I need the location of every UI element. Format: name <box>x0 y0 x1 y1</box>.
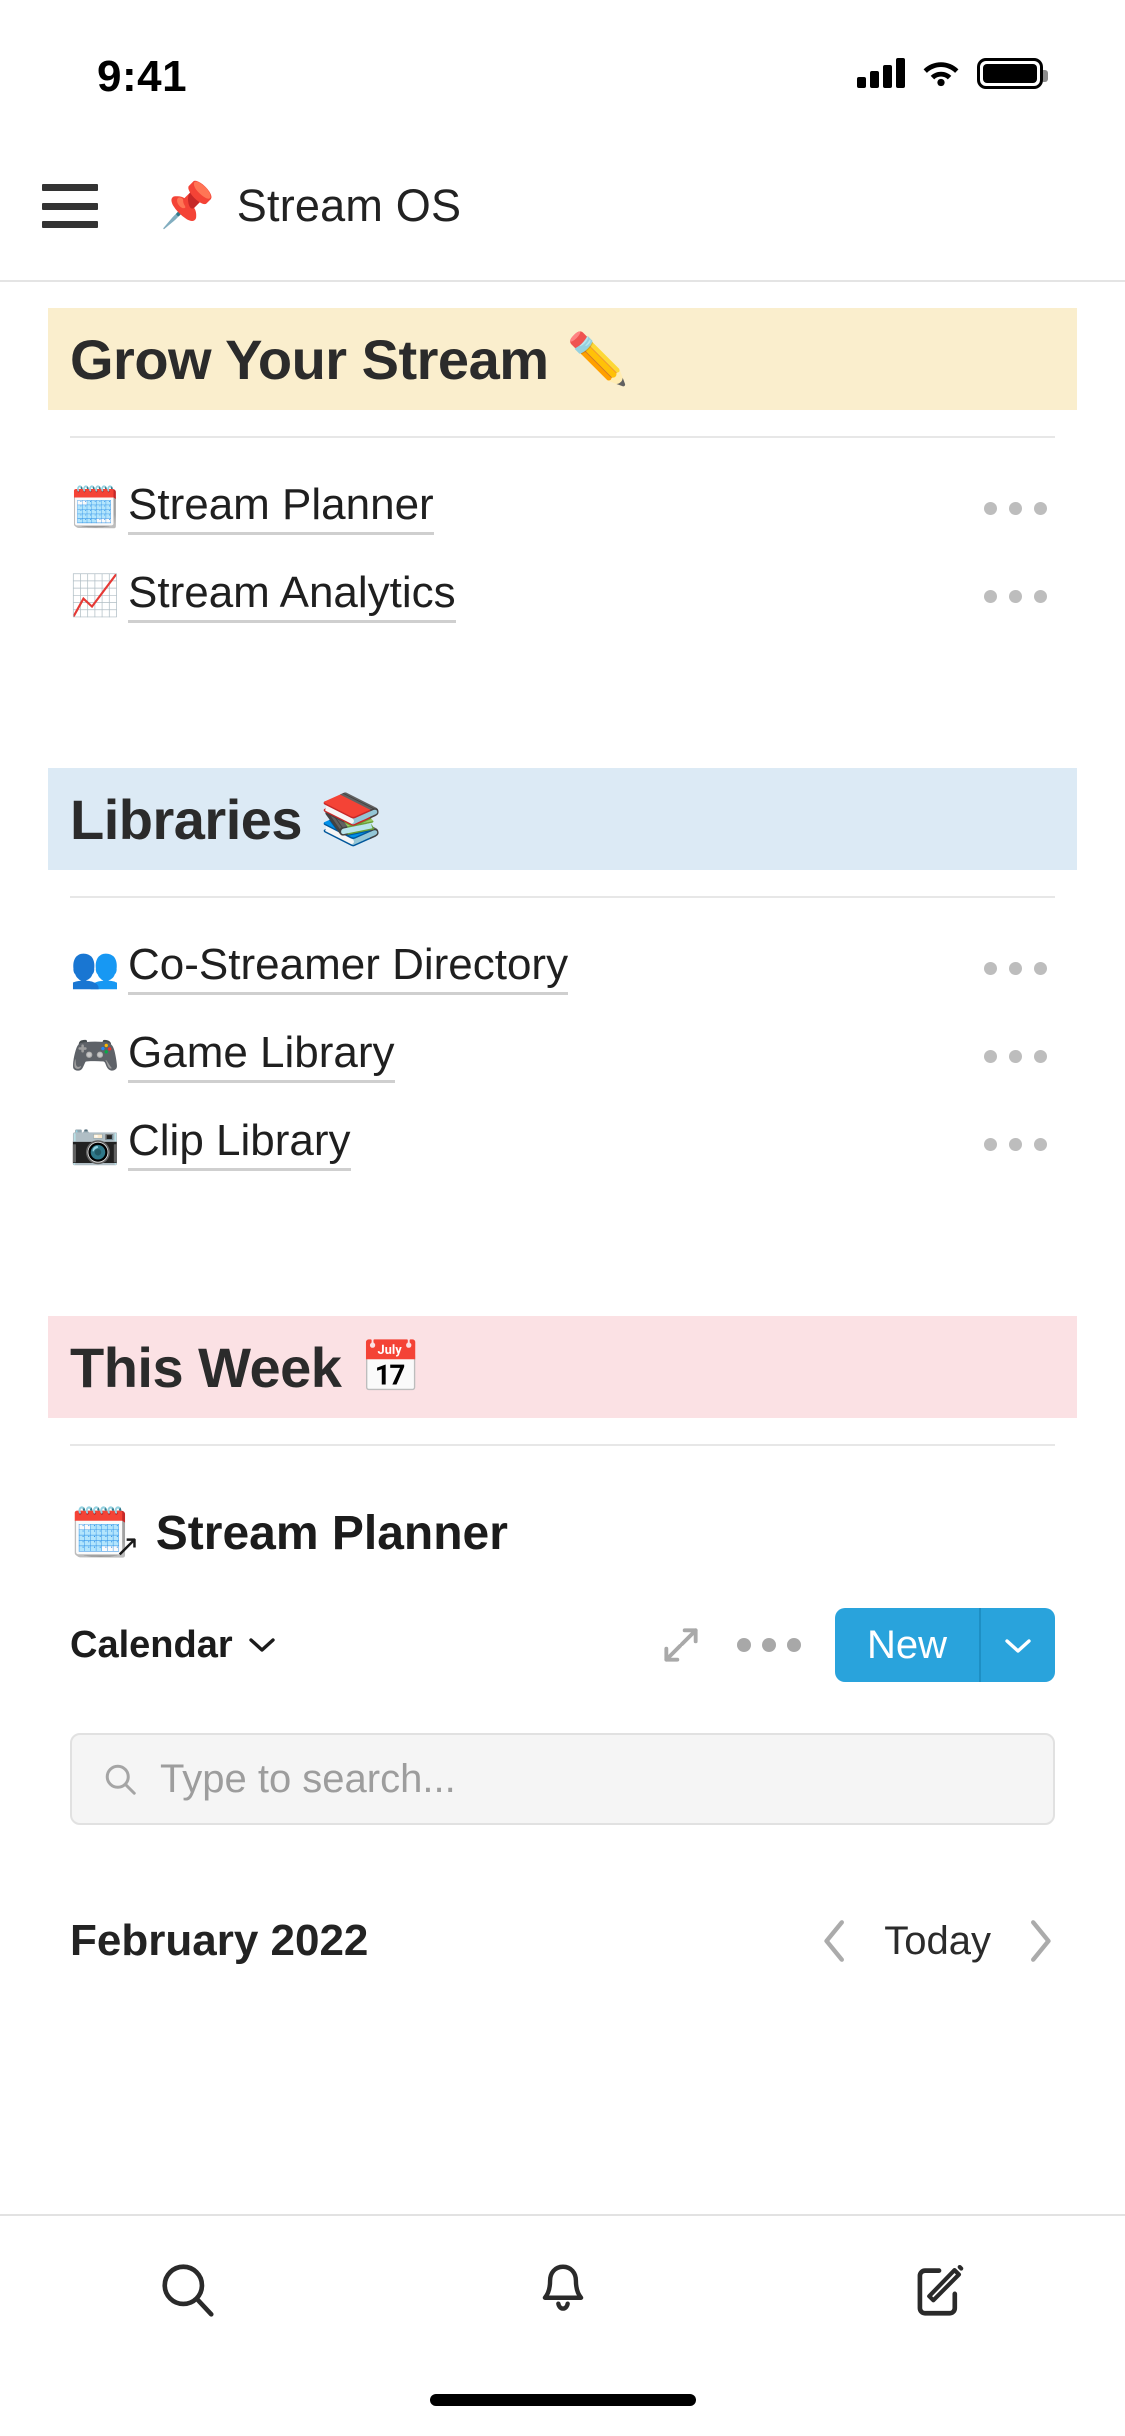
people-icon: 👥 <box>70 946 120 990</box>
status-indicators <box>857 52 1048 94</box>
current-month-label: February 2022 <box>70 1916 369 1965</box>
new-button-dropdown[interactable] <box>981 1608 1055 1682</box>
home-indicator[interactable] <box>429 2394 696 2406</box>
overflow-menu-icon[interactable] <box>976 1120 1055 1169</box>
search-icon <box>105 1764 136 1795</box>
overflow-menu-icon[interactable] <box>976 944 1055 993</box>
section-title: Grow Your Stream <box>70 327 549 391</box>
list-item[interactable]: 📈 Stream Analytics <box>70 552 1055 640</box>
pencil-icon: ✏️ <box>566 331 629 387</box>
home-indicator-area <box>0 2364 1125 2436</box>
page-content: Grow Your Stream ✏️ 🗓️ Stream Planner 📈 … <box>0 282 1125 2214</box>
status-time: 9:41 <box>97 52 188 101</box>
overflow-menu-icon[interactable] <box>976 1032 1055 1081</box>
chevron-down-icon <box>1005 1638 1031 1653</box>
external-link-arrow-icon: ↗ <box>114 1529 140 1563</box>
section-title: Libraries <box>70 787 303 851</box>
expand-arrows-icon[interactable] <box>659 1623 703 1667</box>
search-icon <box>161 2264 214 2317</box>
wifi-icon <box>923 62 959 87</box>
section-banner-grow-your-stream: Grow Your Stream ✏️ <box>48 308 1077 410</box>
list-item-label[interactable]: Stream Analytics <box>128 569 456 623</box>
overflow-menu-icon[interactable] <box>736 1638 801 1652</box>
chevron-right-icon[interactable] <box>1025 1919 1055 1963</box>
overflow-menu-icon[interactable] <box>976 484 1055 533</box>
calendar-icon: 🗓️ ↗ <box>70 1509 140 1561</box>
compose-icon <box>917 2264 963 2316</box>
embedded-planner-header[interactable]: 🗓️ ↗ Stream Planner <box>0 1506 1125 1561</box>
list-item-label[interactable]: Game Library <box>128 1029 395 1083</box>
view-selector[interactable]: Calendar <box>70 1624 275 1667</box>
chart-increasing-icon: 📈 <box>70 574 120 618</box>
new-button-group[interactable]: New <box>834 1608 1055 1682</box>
camera-icon: 📷 <box>70 1122 120 1166</box>
section-banner-this-week: This Week 📅 <box>48 1316 1077 1418</box>
calendar-navigation: February 2022 Today <box>0 1901 1125 1981</box>
calendar-nav-controls: Today <box>820 1919 1055 1964</box>
chevron-down-icon <box>248 1638 275 1652</box>
game-controller-icon: 🎮 <box>70 1034 120 1078</box>
cellular-signal-icon <box>857 58 905 88</box>
list-item-label[interactable]: Clip Library <box>128 1117 351 1171</box>
bell-icon <box>542 2264 583 2311</box>
books-icon: 📚 <box>320 791 383 847</box>
section-banner-libraries: Libraries 📚 <box>48 768 1077 870</box>
overflow-menu-icon[interactable] <box>976 572 1055 621</box>
app-header: 📌 Stream OS <box>0 132 1125 282</box>
new-button[interactable]: New <box>835 1608 981 1682</box>
hamburger-menu-icon[interactable] <box>42 184 98 228</box>
planner-search: Type to search... <box>0 1733 1125 1825</box>
view-selector-label: Calendar <box>70 1623 233 1666</box>
status-bar: 9:41 <box>0 0 1125 132</box>
calendar-icon: 🗓️ <box>70 486 120 530</box>
today-button[interactable]: Today <box>884 1919 991 1964</box>
tab-notifications[interactable] <box>375 2259 750 2321</box>
section-this-week: This Week 📅 <box>0 1316 1125 1446</box>
tab-search[interactable] <box>0 2259 375 2321</box>
planner-toolbar: Calendar New <box>0 1601 1125 1689</box>
list-item[interactable]: 👥 Co-Streamer Directory <box>70 924 1055 1012</box>
calendar-date-icon: 📅 <box>359 1339 422 1395</box>
app-screen: 9:41 📌 Stream OS Grow Your Stream ✏️ 🗓️ … <box>0 0 1125 2436</box>
divider <box>70 1444 1055 1446</box>
section-libraries: Libraries 📚 👥 Co-Streamer Directory 🎮 Ga… <box>0 768 1125 1188</box>
brand[interactable]: 📌 Stream OS <box>160 180 461 232</box>
embedded-planner-title[interactable]: Stream Planner <box>156 1506 508 1561</box>
planner-toolbar-actions: New <box>659 1608 1055 1682</box>
pushpin-icon: 📌 <box>160 181 215 230</box>
list-item-label[interactable]: Stream Planner <box>128 481 434 535</box>
chevron-left-icon[interactable] <box>820 1919 850 1963</box>
bottom-tab-bar <box>0 2214 1125 2364</box>
page-title: Stream OS <box>236 180 462 231</box>
section-grow-your-stream: Grow Your Stream ✏️ 🗓️ Stream Planner 📈 … <box>0 308 1125 640</box>
tab-compose[interactable] <box>750 2259 1125 2321</box>
list-item[interactable]: 📷 Clip Library <box>70 1100 1055 1188</box>
battery-icon <box>977 57 1048 89</box>
search-placeholder: Type to search... <box>160 1756 456 1801</box>
list-item[interactable]: 🗓️ Stream Planner <box>70 464 1055 552</box>
list-item[interactable]: 🎮 Game Library <box>70 1012 1055 1100</box>
section-title: This Week <box>70 1335 342 1399</box>
search-input[interactable]: Type to search... <box>70 1733 1055 1825</box>
list-item-label[interactable]: Co-Streamer Directory <box>128 941 569 995</box>
